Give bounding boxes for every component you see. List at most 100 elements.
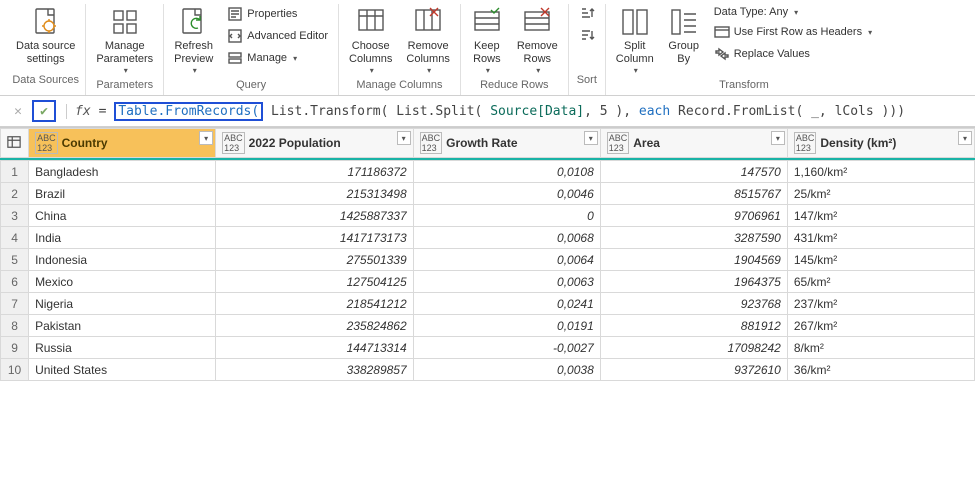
- cell-population[interactable]: 235824862: [216, 315, 414, 337]
- cell-area[interactable]: 8515767: [600, 183, 787, 205]
- cell-area[interactable]: 17098242: [600, 337, 787, 359]
- sort-asc-button[interactable]: [575, 4, 599, 24]
- group-by-button[interactable]: GroupBy: [664, 4, 704, 68]
- table-row[interactable]: 8Pakistan2358248620,0191881912267/km²: [1, 315, 975, 337]
- sort-desc-button[interactable]: [575, 26, 599, 46]
- advanced-editor-button[interactable]: Advanced Editor: [223, 26, 332, 46]
- column-header-density[interactable]: ABC123 Density (km²) ▾: [787, 129, 974, 158]
- row-number[interactable]: 6: [1, 271, 29, 293]
- table-row[interactable]: 2Brazil2153134980,0046851576725/km²: [1, 183, 975, 205]
- cell-density[interactable]: 267/km²: [787, 315, 974, 337]
- remove-columns-button[interactable]: RemoveColumns: [402, 4, 453, 77]
- cell-area[interactable]: 9706961: [600, 205, 787, 227]
- cell-country[interactable]: Pakistan: [29, 315, 216, 337]
- choose-columns-button[interactable]: ChooseColumns: [345, 4, 396, 77]
- cell-density[interactable]: 36/km²: [787, 359, 974, 381]
- cell-country[interactable]: Indonesia: [29, 249, 216, 271]
- row-number[interactable]: 2: [1, 183, 29, 205]
- cell-growth[interactable]: 0,0038: [413, 359, 600, 381]
- cell-country[interactable]: Bangladesh: [29, 161, 216, 183]
- cell-population[interactable]: 171186372: [216, 161, 414, 183]
- cell-area[interactable]: 3287590: [600, 227, 787, 249]
- row-number[interactable]: 8: [1, 315, 29, 337]
- table-corner[interactable]: [1, 129, 29, 158]
- replace-values-button[interactable]: Replace Values: [710, 44, 876, 64]
- table-row[interactable]: 7Nigeria2185412120,0241923768237/km²: [1, 293, 975, 315]
- data-type-button[interactable]: Data Type: Any: [710, 4, 876, 20]
- cell-area[interactable]: 1964375: [600, 271, 787, 293]
- filter-button[interactable]: ▾: [584, 131, 598, 145]
- cell-country[interactable]: Brazil: [29, 183, 216, 205]
- cell-density[interactable]: 8/km²: [787, 337, 974, 359]
- cell-population[interactable]: 275501339: [216, 249, 414, 271]
- table-row[interactable]: 1Bangladesh1711863720,01081475701,160/km…: [1, 161, 975, 183]
- filter-button[interactable]: ▾: [199, 131, 213, 145]
- cell-density[interactable]: 145/km²: [787, 249, 974, 271]
- cell-area[interactable]: 1904569: [600, 249, 787, 271]
- formula-input[interactable]: = Table.FromRecords( List.Transform( Lis…: [99, 104, 969, 119]
- cell-growth[interactable]: 0,0068: [413, 227, 600, 249]
- row-number[interactable]: 3: [1, 205, 29, 227]
- cell-population[interactable]: 338289857: [216, 359, 414, 381]
- table-row[interactable]: 10United States3382898570,0038937261036/…: [1, 359, 975, 381]
- table-row[interactable]: 5Indonesia2755013390,00641904569145/km²: [1, 249, 975, 271]
- column-header-growth[interactable]: ABC123 Growth Rate ▾: [413, 129, 600, 158]
- filter-button[interactable]: ▾: [958, 131, 972, 145]
- table-row[interactable]: 9Russia144713314-0,0027170982428/km²: [1, 337, 975, 359]
- row-number[interactable]: 4: [1, 227, 29, 249]
- cell-density[interactable]: 431/km²: [787, 227, 974, 249]
- cell-area[interactable]: 923768: [600, 293, 787, 315]
- properties-button[interactable]: Properties: [223, 4, 332, 24]
- cell-country[interactable]: India: [29, 227, 216, 249]
- cell-density[interactable]: 237/km²: [787, 293, 974, 315]
- cell-density[interactable]: 25/km²: [787, 183, 974, 205]
- table-row[interactable]: 6Mexico1275041250,0063196437565/km²: [1, 271, 975, 293]
- row-number[interactable]: 5: [1, 249, 29, 271]
- filter-button[interactable]: ▾: [771, 131, 785, 145]
- manage-parameters-button[interactable]: ManageParameters: [92, 4, 157, 77]
- split-column-button[interactable]: SplitColumn: [612, 4, 658, 77]
- row-number[interactable]: 1: [1, 161, 29, 183]
- remove-rows-button[interactable]: RemoveRows: [513, 4, 562, 77]
- cell-population[interactable]: 127504125: [216, 271, 414, 293]
- cell-growth[interactable]: 0,0063: [413, 271, 600, 293]
- row-number[interactable]: 10: [1, 359, 29, 381]
- filter-button[interactable]: ▾: [397, 131, 411, 145]
- cell-population[interactable]: 218541212: [216, 293, 414, 315]
- cell-population[interactable]: 1417173173: [216, 227, 414, 249]
- row-number[interactable]: 9: [1, 337, 29, 359]
- cell-area[interactable]: 9372610: [600, 359, 787, 381]
- cell-country[interactable]: Nigeria: [29, 293, 216, 315]
- refresh-preview-button[interactable]: RefreshPreview: [170, 4, 217, 77]
- formula-confirm-button[interactable]: ✔: [32, 100, 56, 122]
- cell-country[interactable]: Russia: [29, 337, 216, 359]
- cell-growth[interactable]: 0,0046: [413, 183, 600, 205]
- cell-area[interactable]: 147570: [600, 161, 787, 183]
- cell-country[interactable]: Mexico: [29, 271, 216, 293]
- column-header-country[interactable]: ABC123 Country ▾: [29, 129, 216, 158]
- cell-growth[interactable]: 0,0108: [413, 161, 600, 183]
- table-row[interactable]: 3China142588733709706961147/km²: [1, 205, 975, 227]
- table-row[interactable]: 4India14171731730,00683287590431/km²: [1, 227, 975, 249]
- cell-population[interactable]: 215313498: [216, 183, 414, 205]
- cell-area[interactable]: 881912: [600, 315, 787, 337]
- cell-growth[interactable]: 0,0241: [413, 293, 600, 315]
- cell-growth[interactable]: 0,0064: [413, 249, 600, 271]
- column-header-population[interactable]: ABC123 2022 Population ▾: [216, 129, 414, 158]
- cell-density[interactable]: 1,160/km²: [787, 161, 974, 183]
- cell-country[interactable]: China: [29, 205, 216, 227]
- manage-button[interactable]: Manage: [223, 48, 332, 68]
- cell-density[interactable]: 147/km²: [787, 205, 974, 227]
- cell-country[interactable]: United States: [29, 359, 216, 381]
- row-number[interactable]: 7: [1, 293, 29, 315]
- column-header-area[interactable]: ABC123 Area ▾: [600, 129, 787, 158]
- first-row-headers-button[interactable]: Use First Row as Headers: [710, 22, 876, 42]
- cell-population[interactable]: 144713314: [216, 337, 414, 359]
- cell-density[interactable]: 65/km²: [787, 271, 974, 293]
- cell-growth[interactable]: -0,0027: [413, 337, 600, 359]
- keep-rows-button[interactable]: KeepRows: [467, 4, 507, 77]
- formula-cancel-button[interactable]: ✕: [6, 100, 30, 122]
- data-source-settings-button[interactable]: Data sourcesettings: [12, 4, 79, 68]
- cell-population[interactable]: 1425887337: [216, 205, 414, 227]
- cell-growth[interactable]: 0: [413, 205, 600, 227]
